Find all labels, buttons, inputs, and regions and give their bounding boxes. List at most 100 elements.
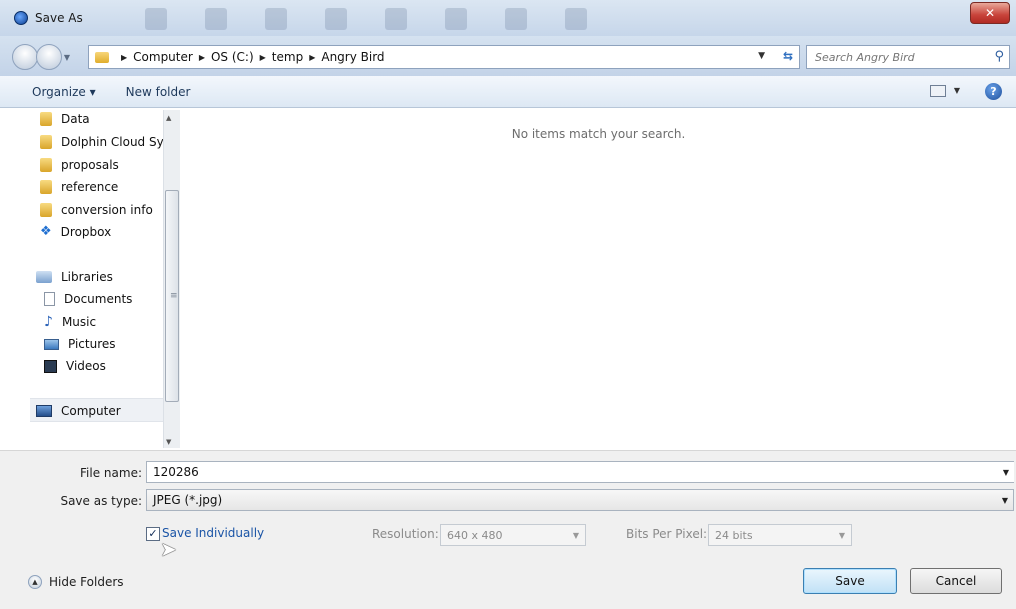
refresh-icon[interactable]: ⇆ — [783, 49, 793, 63]
save-options-panel: File name: 120286 ▼ Save as type: JPEG (… — [0, 450, 1016, 609]
forward-button[interactable] — [36, 44, 62, 70]
nav-item-label: Documents — [64, 292, 133, 306]
bits-per-pixel-label: Bits Per Pixel: — [626, 527, 708, 541]
libraries-icon — [36, 271, 52, 283]
nav-item-label: proposals — [61, 158, 119, 172]
app-icon — [14, 11, 28, 25]
organize-button[interactable]: Organize ▾ — [32, 85, 96, 99]
scroll-down-icon[interactable]: ▼ — [166, 438, 171, 446]
nav-item-documents[interactable]: Documents — [44, 292, 132, 306]
nav-item-dropbox[interactable]: ❖ Dropbox — [40, 224, 112, 240]
pictures-icon — [44, 338, 59, 350]
save-individually-checkbox[interactable]: ✓ — [146, 527, 160, 541]
nav-item-conversion-info[interactable]: conversion info — [40, 203, 153, 217]
nav-item-label: Music — [61, 315, 97, 329]
nav-item-music[interactable]: ♪ Music — [44, 315, 96, 329]
breadcrumb-os-c[interactable]: OS (C:) — [211, 50, 254, 64]
checkmark-icon: ✓ — [148, 527, 158, 540]
chevron-down-icon[interactable]: ▼ — [1002, 496, 1008, 505]
file-name-value: 120286 — [153, 465, 199, 479]
save-button[interactable]: Save — [803, 568, 897, 594]
collapse-icon: ▲ — [28, 575, 42, 589]
save-individually-label[interactable]: Save Individually — [162, 526, 264, 540]
bits-per-pixel-select[interactable]: 24 bits ▼ — [708, 524, 852, 546]
nav-item-label: Libraries — [61, 270, 113, 284]
change-view-icon[interactable] — [930, 85, 946, 97]
nav-item-videos[interactable]: Videos — [44, 359, 106, 373]
ghost-icon — [145, 8, 167, 30]
folder-icon — [40, 158, 52, 172]
file-list-area[interactable]: No items match your search. — [181, 108, 1016, 450]
folder-icon — [95, 51, 109, 63]
hide-folders-button[interactable]: ▲ Hide Folders — [28, 575, 124, 589]
nav-item-dolphin-cloud[interactable]: Dolphin Cloud Sy — [40, 135, 164, 149]
nav-item-reference[interactable]: reference — [40, 180, 118, 194]
bits-per-pixel-value: 24 bits — [715, 528, 753, 542]
navigation-pane: Data Dolphin Cloud Sy proposals referenc… — [30, 108, 180, 450]
nav-item-label: Dolphin Cloud Sy — [61, 135, 164, 149]
grip-icon: ≡ — [170, 291, 178, 301]
close-icon: ✕ — [984, 6, 996, 20]
new-folder-button[interactable]: New folder — [126, 85, 191, 99]
ghost-icon — [265, 8, 287, 30]
nav-item-computer[interactable]: Computer — [36, 404, 121, 418]
folder-icon — [40, 180, 52, 194]
empty-message: No items match your search. — [511, 127, 686, 141]
file-name-field[interactable]: 120286 ▼ — [146, 461, 1014, 483]
search-icon[interactable]: ⚲ — [994, 49, 1004, 64]
cancel-button[interactable]: Cancel — [910, 568, 1002, 594]
navigation-buttons: ▼ — [12, 44, 74, 70]
documents-icon — [44, 292, 55, 306]
nav-item-label: Dropbox — [60, 225, 112, 239]
scroll-thumb[interactable]: ≡ — [165, 190, 179, 402]
music-icon: ♪ — [44, 314, 53, 330]
ghost-icon — [445, 8, 467, 30]
save-as-type-value: JPEG (*.jpg) — [153, 493, 223, 507]
view-options-dropdown-icon[interactable]: ▼ — [954, 86, 960, 95]
nav-item-label: Computer — [61, 404, 121, 418]
command-bar: Organize ▾ New folder ▼ ? — [0, 76, 1016, 108]
resolution-select[interactable]: 640 x 480 ▼ — [440, 524, 586, 546]
search-input[interactable] — [815, 50, 980, 64]
breadcrumb-arrow-icon: ▶ — [309, 52, 316, 62]
breadcrumb-temp[interactable]: temp — [272, 50, 303, 64]
chevron-down-icon: ▼ — [63, 52, 71, 62]
nav-item-pictures[interactable]: Pictures — [44, 337, 116, 351]
address-dropdown-icon[interactable]: ▼ — [758, 51, 765, 61]
resolution-label: Resolution: — [372, 527, 439, 541]
help-icon[interactable]: ? — [985, 83, 1002, 100]
computer-icon — [36, 405, 52, 417]
nav-item-label: reference — [61, 180, 119, 194]
chevron-down-icon[interactable]: ▼ — [1003, 468, 1009, 477]
nav-item-proposals[interactable]: proposals — [40, 158, 119, 172]
ghost-icon — [385, 8, 407, 30]
mouse-cursor-icon: ➤ — [160, 537, 177, 561]
save-as-type-label: Save as type: — [60, 494, 142, 508]
nav-item-libraries[interactable]: Libraries — [36, 270, 113, 284]
breadcrumb-angry-bird[interactable]: Angry Bird — [321, 50, 384, 64]
nav-item-label: conversion info — [61, 203, 153, 217]
ghost-icon — [505, 8, 527, 30]
address-row: ▼ ▶ Computer ▶ OS (C:) ▶ temp ▶ Angry Bi… — [0, 36, 1016, 76]
breadcrumb-arrow-icon: ▶ — [121, 52, 128, 62]
hide-folders-label: Hide Folders — [49, 575, 124, 589]
back-button[interactable] — [12, 44, 38, 70]
chevron-down-icon: ▼ — [572, 530, 579, 540]
nav-item-label: Pictures — [68, 337, 116, 351]
ghost-icon — [565, 8, 587, 30]
breadcrumb-arrow-icon: ▶ — [198, 52, 205, 62]
scroll-up-icon[interactable]: ▲ — [166, 114, 171, 122]
nav-item-label: Videos — [66, 359, 106, 373]
dropbox-icon: ❖ — [40, 224, 52, 239]
breadcrumb-computer[interactable]: Computer — [133, 50, 193, 64]
close-button[interactable]: ✕ — [970, 2, 1010, 24]
search-box[interactable]: ⚲ — [806, 45, 1010, 69]
save-as-type-select[interactable]: JPEG (*.jpg) ▼ — [146, 489, 1014, 511]
recent-pages-dropdown[interactable]: ▼ — [60, 44, 74, 70]
folder-icon — [40, 135, 52, 149]
nav-item-data[interactable]: Data — [40, 112, 90, 126]
nav-pane-scrollbar[interactable]: ▲ ≡ ▼ — [163, 110, 180, 448]
folder-icon — [40, 203, 52, 217]
address-bar[interactable]: ▶ Computer ▶ OS (C:) ▶ temp ▶ Angry Bird… — [88, 45, 800, 69]
chevron-down-icon: ▼ — [838, 530, 845, 540]
